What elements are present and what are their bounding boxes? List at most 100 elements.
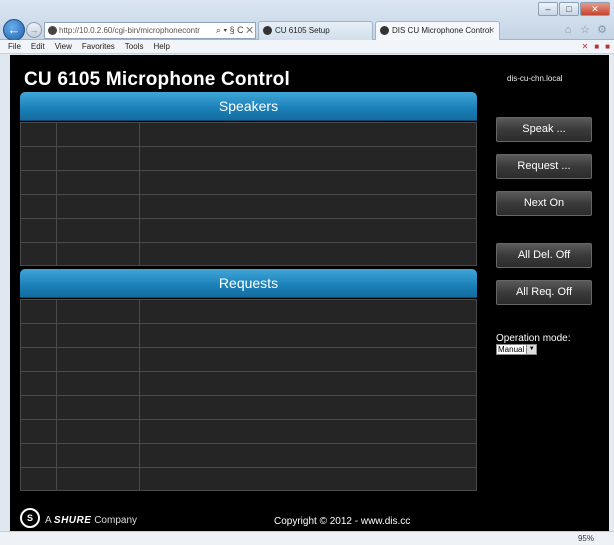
speakers-table	[20, 122, 477, 266]
table-cell	[20, 219, 56, 242]
table-cell	[20, 468, 56, 490]
back-arrow-icon[interactable]: ←	[3, 19, 25, 41]
tab-microphone-control[interactable]: DIS CU Microphone Control ✕	[375, 21, 500, 40]
tab-cu-setup[interactable]: CU 6105 Setup	[258, 21, 373, 40]
request-button[interactable]: Request ...	[496, 154, 592, 179]
copyright-text: Copyright © 2012 - www.dis.cc	[274, 516, 411, 527]
table-cell	[56, 147, 139, 170]
next-on-button[interactable]: Next On	[496, 191, 592, 216]
request-row[interactable]	[20, 347, 477, 371]
brand-suffix: Company	[94, 515, 138, 526]
request-row[interactable]	[20, 443, 477, 467]
window-controls: – □ ✕	[538, 2, 610, 16]
tab-close-icon[interactable]: ✕	[488, 22, 495, 39]
table-cell	[20, 171, 56, 194]
all-delegates-off-button[interactable]: All Del. Off	[496, 243, 592, 268]
request-row[interactable]	[20, 419, 477, 443]
table-cell	[20, 420, 56, 443]
table-cell	[56, 300, 139, 323]
table-cell	[56, 324, 139, 347]
address-controls[interactable]: ⌕ ▾ § C ✕	[216, 23, 253, 38]
menu-file[interactable]: File	[8, 40, 21, 53]
addon-icon[interactable]: ■	[594, 40, 599, 53]
speaker-row[interactable]	[20, 170, 477, 194]
favorites-star-icon[interactable]: ☆	[579, 24, 591, 36]
menu-help[interactable]: Help	[153, 40, 169, 53]
menu-tools[interactable]: Tools	[125, 40, 144, 53]
request-row[interactable]	[20, 467, 477, 491]
table-cell	[20, 372, 56, 395]
table-cell	[56, 444, 139, 467]
table-cell	[139, 123, 477, 146]
speakers-header: Speakers	[20, 92, 477, 121]
all-requests-off-button[interactable]: All Req. Off	[496, 280, 592, 305]
maximize-button[interactable]: □	[559, 2, 579, 16]
request-row[interactable]	[20, 395, 477, 419]
table-cell	[20, 348, 56, 371]
settings-gear-icon[interactable]: ⚙	[596, 24, 608, 36]
request-row[interactable]	[20, 323, 477, 347]
table-cell	[56, 372, 139, 395]
table-cell	[20, 243, 56, 265]
brand-name: SHURE	[53, 515, 92, 526]
host-name: dis-cu-chn.local	[507, 74, 563, 83]
table-cell	[20, 123, 56, 146]
table-cell	[20, 324, 56, 347]
table-cell	[139, 348, 477, 371]
minimize-button[interactable]: –	[538, 2, 558, 16]
speaker-row[interactable]	[20, 218, 477, 242]
table-cell	[20, 396, 56, 419]
menu-view[interactable]: View	[55, 40, 72, 53]
menu-favorites[interactable]: Favorites	[82, 40, 115, 53]
browser-toolbar-icons: ⌂ ☆ ⚙	[562, 24, 608, 36]
page-content: CU 6105 Microphone Control dis-cu-chn.lo…	[10, 55, 609, 531]
tab-label: DIS CU Microphone Control	[392, 26, 492, 35]
speaker-row[interactable]	[20, 242, 477, 266]
table-cell	[139, 147, 477, 170]
zoom-level[interactable]: 95%	[578, 532, 594, 545]
table-cell	[56, 468, 139, 490]
operation-mode-select[interactable]: Manual ▼	[496, 344, 538, 355]
site-favicon-icon	[48, 26, 57, 35]
home-icon[interactable]: ⌂	[562, 24, 574, 36]
table-cell	[139, 243, 477, 265]
speaker-row[interactable]	[20, 194, 477, 218]
tab-label: CU 6105 Setup	[275, 26, 330, 35]
table-cell	[139, 420, 477, 443]
forward-arrow-icon[interactable]: →	[26, 22, 42, 38]
table-cell	[139, 372, 477, 395]
footer: S A SHURE Company Copyright © 2012 - www…	[10, 508, 609, 531]
table-cell	[139, 468, 477, 490]
table-cell	[139, 324, 477, 347]
page-scrollbar[interactable]	[609, 55, 614, 531]
table-cell	[20, 444, 56, 467]
table-cell	[56, 195, 139, 218]
speaker-row[interactable]	[20, 122, 477, 146]
table-cell	[56, 243, 139, 265]
addon-icon[interactable]: ■	[605, 40, 610, 53]
speak-button[interactable]: Speak ...	[496, 117, 592, 142]
table-cell	[139, 300, 477, 323]
table-cell	[20, 300, 56, 323]
operation-mode-value: Manual	[498, 345, 525, 354]
page-title: CU 6105 Microphone Control	[24, 69, 290, 90]
requests-header: Requests	[20, 269, 477, 298]
close-window-button[interactable]: ✕	[580, 2, 610, 16]
menu-bar: File Edit View Favorites Tools Help ✕ ■ …	[0, 40, 614, 54]
request-row[interactable]	[20, 299, 477, 323]
address-bar[interactable]: http://10.0.2.60/cgi-bin/microphonecontr…	[44, 22, 256, 39]
close-icon[interactable]: ✕	[582, 40, 589, 53]
table-cell	[56, 123, 139, 146]
speaker-row[interactable]	[20, 146, 477, 170]
table-cell	[139, 171, 477, 194]
operation-mode-label: Operation mode:	[496, 333, 571, 344]
tab-favicon-icon	[380, 26, 389, 35]
table-cell	[139, 396, 477, 419]
table-cell	[56, 396, 139, 419]
table-cell	[56, 348, 139, 371]
tab-favicon-icon	[263, 26, 272, 35]
table-cell	[139, 219, 477, 242]
table-cell	[56, 420, 139, 443]
menu-edit[interactable]: Edit	[31, 40, 45, 53]
request-row[interactable]	[20, 371, 477, 395]
